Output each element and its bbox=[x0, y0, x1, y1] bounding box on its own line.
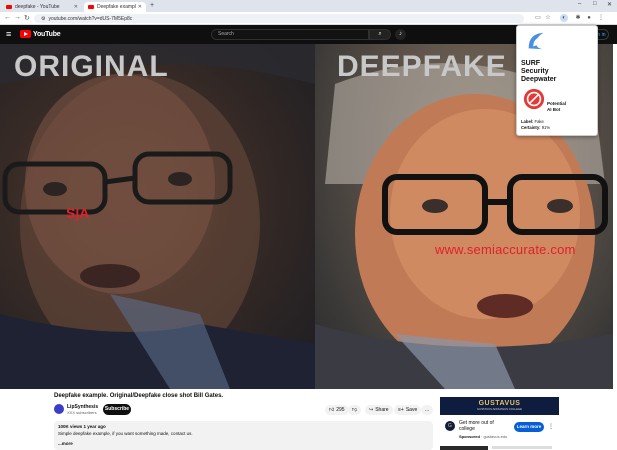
original-frame: ORIGINAL bbox=[0, 44, 315, 389]
video-title: Deepfake example. Original/Deepfake clos… bbox=[54, 393, 224, 399]
close-tab-icon[interactable]: ✕ bbox=[138, 4, 142, 10]
channel-avatar[interactable] bbox=[54, 404, 64, 414]
share-label: Share bbox=[375, 407, 389, 413]
next-video-title[interactable] bbox=[492, 446, 552, 449]
description-text: Simple deepfake example, if you want som… bbox=[58, 431, 193, 436]
youtube-favicon-icon bbox=[6, 5, 12, 9]
thumbs-down-icon: 👎︎ bbox=[352, 407, 358, 413]
browser-tab-1[interactable]: deepfake - YouTube ✕ bbox=[2, 2, 82, 12]
subscribe-button[interactable]: Subscribe bbox=[103, 404, 131, 415]
save-button[interactable]: ≡+ Save bbox=[394, 405, 422, 415]
microphone-icon: ♪ bbox=[399, 31, 402, 37]
ad-banner-brand: GUSTAVUS bbox=[478, 400, 521, 407]
maximize-button[interactable]: □ bbox=[593, 1, 597, 7]
deepfake-caption: DEEPFAKE bbox=[337, 50, 507, 83]
save-icon: ≡+ bbox=[398, 407, 404, 413]
new-tab-button[interactable]: + bbox=[150, 2, 154, 9]
save-label: Save bbox=[405, 407, 418, 413]
youtube-play-icon bbox=[20, 30, 31, 38]
close-window-button[interactable]: ✕ bbox=[607, 1, 612, 8]
bot-warning-icon bbox=[523, 88, 545, 110]
menu-dots-icon[interactable]: ⋮ bbox=[597, 14, 605, 22]
browser-toolbar: ← → ↻ ⚙ youtube.com/watch?v=dUS-7M5Ep8c … bbox=[0, 12, 617, 25]
thumbs-up-icon: 👍︎ bbox=[329, 407, 335, 413]
browser-tab-strip: deepfake - YouTube ✕ Deepfake example. O… bbox=[0, 0, 617, 12]
site-info-icon[interactable]: ⚙ bbox=[41, 16, 45, 22]
tab-2-label: Deepfake example. Origi... bbox=[97, 4, 136, 10]
youtube-favicon-icon bbox=[88, 5, 94, 9]
original-face-image bbox=[0, 44, 315, 389]
semiaccurate-watermark-url: www.semiaccurate.com bbox=[435, 242, 576, 257]
address-text: youtube.com/watch?v=dUS-7M5Ep8c bbox=[48, 15, 133, 22]
advertiser-logo-icon[interactable]: G bbox=[445, 421, 455, 431]
semiaccurate-watermark-initials: S|A bbox=[66, 205, 90, 221]
close-tab-icon[interactable]: ✕ bbox=[74, 4, 78, 10]
learn-more-button[interactable]: Learn more bbox=[514, 422, 544, 432]
like-button[interactable]: 👍︎ 295 bbox=[325, 405, 349, 415]
youtube-logo[interactable]: YouTube bbox=[20, 30, 61, 38]
subscriber-count: XXX subscribers bbox=[67, 410, 97, 415]
minimize-button[interactable]: – bbox=[578, 1, 581, 7]
search-input[interactable]: Search bbox=[211, 29, 369, 40]
surf-name-line3: Deepwater bbox=[521, 76, 557, 83]
certainty-value: 91% bbox=[541, 125, 551, 130]
more-actions-label: ... bbox=[425, 407, 430, 413]
profile-icon[interactable]: ● bbox=[585, 14, 593, 22]
ad-title-line2: college bbox=[459, 426, 475, 432]
share-icon: ↪ bbox=[369, 407, 374, 413]
ad-banner-subtitle: GUSTAVUS ADOLPHUS COLLEGE bbox=[477, 407, 522, 411]
description-box[interactable]: 100K views 1 year ago Simple deepfake ex… bbox=[54, 421, 433, 450]
ad-sponsor-line: Sponsored · gustavus.edu bbox=[459, 434, 508, 439]
voice-search-button[interactable]: ♪ bbox=[395, 29, 406, 40]
original-caption: ORIGINAL bbox=[14, 50, 169, 83]
show-more-link[interactable]: ...more bbox=[58, 441, 429, 446]
address-bar[interactable]: ⚙ youtube.com/watch?v=dUS-7M5Ep8c bbox=[34, 14, 524, 23]
certainty-key: Certainty: bbox=[521, 125, 541, 130]
sponsored-label: Sponsored bbox=[459, 434, 480, 439]
surf-name-line2: Security bbox=[521, 68, 549, 75]
browser-tab-2[interactable]: Deepfake example. Origi... ✕ bbox=[84, 2, 146, 12]
sponsor-domain: gustavus.edu bbox=[483, 434, 508, 439]
cast-icon[interactable]: ▭ bbox=[534, 14, 542, 22]
next-video-thumbnail[interactable] bbox=[440, 446, 488, 450]
label-key: Label: bbox=[521, 119, 534, 124]
extensions-icon[interactable]: ✱ bbox=[574, 14, 582, 22]
hamburger-menu-icon[interactable]: ≡ bbox=[6, 30, 11, 39]
share-button[interactable]: ↪ Share bbox=[365, 405, 393, 415]
ad-card: G Get more out of college Sponsored · gu… bbox=[440, 415, 559, 444]
views-and-date: 100K views 1 year ago bbox=[58, 424, 106, 429]
surf-name-line1: SURF bbox=[521, 60, 541, 67]
ad-menu-icon[interactable]: ⋮ bbox=[548, 423, 554, 430]
surf-logo-icon bbox=[528, 32, 544, 50]
reload-icon[interactable]: ↻ bbox=[24, 14, 30, 22]
youtube-logo-text: YouTube bbox=[33, 30, 61, 38]
screen: deepfake - YouTube ✕ Deepfake example. O… bbox=[0, 0, 617, 450]
surf-extension-icon[interactable]: ◐ bbox=[560, 14, 568, 22]
bookmark-star-icon[interactable]: ☆ bbox=[544, 14, 552, 22]
like-count: 295 bbox=[336, 407, 345, 413]
search-icon: ⌕ bbox=[378, 31, 382, 37]
tab-1-label: deepfake - YouTube bbox=[15, 4, 60, 10]
warning-line2: AI Bot bbox=[547, 106, 561, 112]
label-value: Fake bbox=[534, 119, 544, 124]
search-button[interactable]: ⌕ bbox=[369, 29, 391, 40]
ad-banner[interactable]: GUSTAVUS GUSTAVUS ADOLPHUS COLLEGE bbox=[440, 397, 559, 415]
forward-icon[interactable]: → bbox=[14, 14, 21, 21]
back-icon[interactable]: ← bbox=[4, 14, 11, 21]
dislike-button[interactable]: 👎︎ bbox=[348, 405, 362, 415]
ad-title: Get more out of college bbox=[459, 420, 511, 432]
more-actions-button[interactable]: ... bbox=[421, 405, 434, 415]
surf-extension-popup: SURF Security Deepwater Potential AI Bot… bbox=[516, 25, 598, 136]
